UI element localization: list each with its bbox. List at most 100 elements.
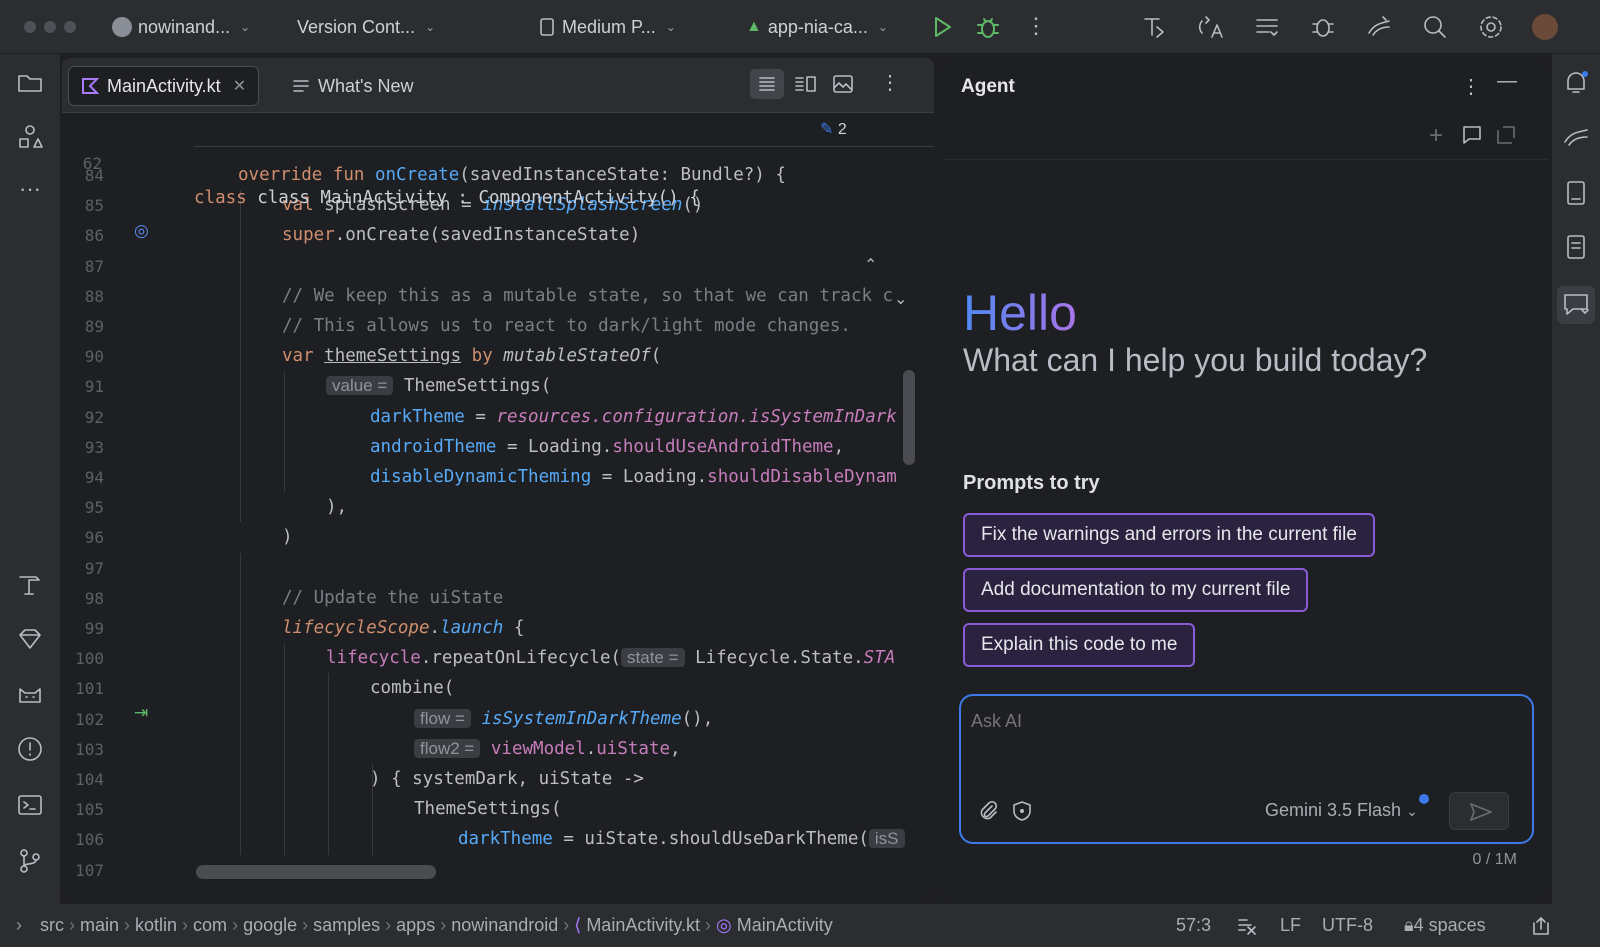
share-chat-icon[interactable] bbox=[1495, 124, 1517, 146]
user-avatar[interactable] bbox=[1532, 14, 1558, 40]
agent-options-icon[interactable]: ⋮ bbox=[1461, 74, 1481, 99]
terminal-icon[interactable] bbox=[15, 790, 45, 820]
parameter-hint: value = bbox=[326, 376, 394, 396]
chevron-up-icon[interactable]: ⌃ bbox=[864, 249, 877, 283]
indent-setting[interactable]: 🔒︎4 spaces bbox=[1404, 915, 1486, 936]
minimize-icon[interactable]: — bbox=[1497, 70, 1517, 93]
breadcrumb-item[interactable]: samples bbox=[313, 915, 380, 935]
vertical-scrollbar[interactable] bbox=[903, 370, 915, 465]
chevron-down-icon[interactable]: ⌄ bbox=[894, 283, 907, 317]
code-token: = uiState.shouldUseDarkTheme( bbox=[552, 829, 869, 850]
android-icon: ▲ bbox=[746, 18, 762, 35]
chat-history-icon[interactable] bbox=[1461, 124, 1483, 146]
design-view-button[interactable] bbox=[826, 69, 860, 99]
window-close-button[interactable] bbox=[24, 21, 36, 33]
prompt-explain-code[interactable]: Explain this code to me bbox=[963, 623, 1196, 667]
code-token: ThemeSettings( bbox=[414, 799, 562, 820]
device-selector[interactable]: Medium P... ⌄ bbox=[538, 14, 676, 40]
window-minimize-button[interactable] bbox=[44, 21, 56, 33]
ask-ai-input[interactable] bbox=[971, 706, 1511, 736]
line-number: 95 bbox=[84, 498, 104, 518]
line-ending[interactable]: LF bbox=[1280, 915, 1301, 936]
kotlin-file-icon bbox=[81, 77, 99, 95]
notifications-bell-icon[interactable] bbox=[1561, 68, 1591, 98]
run-config-name: app-nia-ca... bbox=[767, 16, 868, 37]
breadcrumb-item[interactable]: nowinandroid bbox=[451, 915, 558, 935]
logcat-icon[interactable] bbox=[1253, 13, 1281, 41]
chevron-down-icon: ⌄ bbox=[240, 20, 251, 34]
settings-gear-icon[interactable] bbox=[1477, 13, 1505, 41]
device-explorer-icon[interactable] bbox=[1561, 232, 1591, 262]
gemini-studio-icon[interactable] bbox=[1365, 13, 1393, 41]
indent-guide bbox=[284, 643, 285, 855]
chevron-right-icon: › bbox=[700, 915, 716, 935]
new-chat-icon[interactable]: + bbox=[1429, 122, 1443, 150]
problems-icon[interactable] bbox=[15, 734, 45, 764]
close-icon[interactable]: ✕ bbox=[233, 76, 246, 96]
agent-chat-icon[interactable] bbox=[1557, 286, 1595, 324]
git-icon[interactable] bbox=[15, 846, 45, 876]
translate-icon[interactable] bbox=[1197, 13, 1225, 41]
tab-mainactivity[interactable]: MainActivity.kt ✕ bbox=[68, 66, 260, 106]
parameter-hint: state = bbox=[621, 648, 685, 668]
search-icon[interactable] bbox=[1421, 13, 1449, 41]
project-folder-icon[interactable] bbox=[15, 68, 45, 98]
suspend-call-icon[interactable]: ⇥ bbox=[134, 703, 148, 723]
resource-manager-icon[interactable] bbox=[15, 122, 45, 152]
prompt-fix-warnings[interactable]: Fix the warnings and errors in the curre… bbox=[963, 513, 1375, 557]
override-marker-icon[interactable]: ◎ bbox=[134, 221, 149, 241]
edit-count-badge[interactable]: ✎ 2 bbox=[820, 113, 847, 147]
build-icon[interactable] bbox=[15, 570, 45, 600]
code-view-button[interactable] bbox=[750, 69, 784, 99]
notification-dot bbox=[1419, 794, 1429, 804]
code-token: // This allows us to react to dark/light… bbox=[282, 316, 851, 336]
indent-guide bbox=[240, 552, 241, 855]
window-zoom-button[interactable] bbox=[64, 21, 76, 33]
caret-position[interactable]: 57:3 bbox=[1176, 915, 1211, 936]
more-tools-icon[interactable]: ··· bbox=[15, 176, 45, 206]
android-cat-icon[interactable] bbox=[15, 680, 45, 710]
code-token: , bbox=[833, 436, 845, 457]
horizontal-scrollbar[interactable] bbox=[196, 865, 436, 879]
share-icon[interactable] bbox=[1530, 915, 1552, 937]
model-selector[interactable]: Gemini 3.5 Flash ⌄ bbox=[1265, 800, 1418, 821]
indent-guide bbox=[284, 371, 285, 493]
more-actions-icon[interactable]: ⋮ bbox=[1022, 13, 1050, 41]
code-token: , bbox=[670, 738, 681, 759]
app-inspection-icon[interactable] bbox=[1309, 13, 1337, 41]
breadcrumb-item[interactable]: main bbox=[80, 915, 119, 935]
model-name: Gemini 3.5 Flash bbox=[1265, 800, 1402, 820]
breadcrumb-item[interactable]: com bbox=[193, 915, 227, 935]
vcs-selector[interactable]: Version Cont... ⌄ bbox=[297, 14, 435, 40]
device-manager-icon[interactable] bbox=[1561, 178, 1591, 208]
code-area[interactable]: override fun onCreate(savedInstanceState… bbox=[194, 113, 934, 901]
line-number: 90 bbox=[84, 347, 104, 367]
tab-more-icon[interactable]: ⋮ bbox=[880, 70, 900, 95]
device-name: Medium P... bbox=[562, 16, 656, 37]
code-token: { bbox=[503, 618, 525, 638]
gem-icon[interactable] bbox=[15, 624, 45, 654]
chevron-right-icon: › bbox=[297, 915, 314, 935]
shield-icon[interactable] bbox=[1011, 800, 1033, 822]
tab-whats-new[interactable]: What's New bbox=[280, 66, 425, 106]
project-selector[interactable]: nowinand... ⌄ bbox=[112, 14, 250, 40]
breadcrumb-item[interactable]: MainActivity bbox=[737, 915, 833, 935]
file-encoding[interactable]: UTF-8 bbox=[1322, 915, 1373, 936]
breadcrumb-item[interactable]: src bbox=[40, 915, 64, 935]
build-variants-icon[interactable] bbox=[1141, 13, 1169, 41]
split-view-button[interactable] bbox=[788, 69, 822, 99]
debug-button[interactable] bbox=[974, 13, 1002, 41]
breadcrumb-item[interactable]: kotlin bbox=[135, 915, 177, 935]
breadcrumb-item[interactable]: google bbox=[243, 915, 297, 935]
no-inspection-icon[interactable] bbox=[1236, 915, 1258, 937]
run-config-selector[interactable]: ▲ app-nia-ca... ⌄ bbox=[746, 14, 888, 40]
run-button[interactable] bbox=[928, 13, 956, 41]
gemini-icon[interactable] bbox=[1561, 122, 1591, 152]
breadcrumb-item[interactable]: MainActivity.kt bbox=[586, 915, 700, 935]
breadcrumb-item[interactable]: apps bbox=[396, 915, 435, 935]
prompt-add-docs[interactable]: Add documentation to my current file bbox=[963, 568, 1309, 612]
send-button[interactable] bbox=[1449, 792, 1509, 830]
code-token: disableDynamicTheming bbox=[370, 467, 592, 487]
attach-icon[interactable] bbox=[977, 800, 999, 822]
